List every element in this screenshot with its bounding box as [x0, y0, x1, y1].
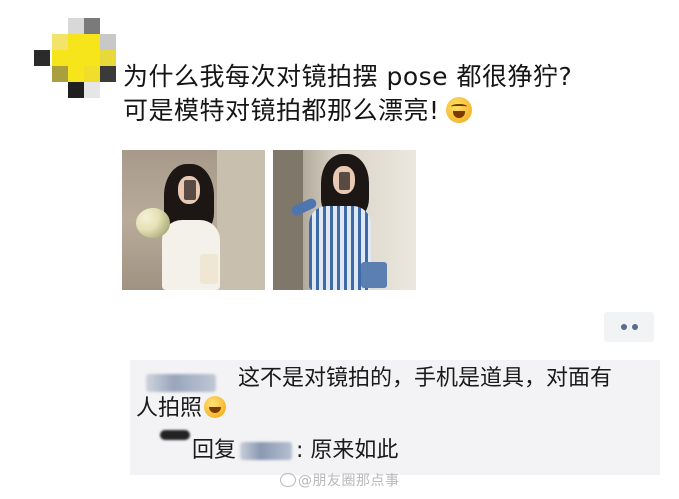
avatar-pixel [84, 18, 100, 34]
comment-1[interactable]: 这不是对镜拍的，手机是道具，对面有 人拍照 [136, 364, 612, 424]
watermark: @朋友圈那点事 [280, 470, 400, 490]
avatar-pixel [52, 66, 68, 82]
post-line-1: 为什么我每次对镜拍摆 pose 都很狰狞? [123, 62, 573, 91]
avatar-pixel [100, 66, 116, 82]
reply-label: 回复 [192, 438, 237, 463]
photo-wall [217, 150, 265, 290]
photo-flowers [136, 208, 170, 238]
avatar-pixel [100, 34, 116, 50]
photo-bag [200, 254, 218, 284]
dot-icon [620, 324, 627, 330]
photo-wall [273, 150, 303, 290]
post-photo-2[interactable] [273, 150, 416, 290]
avatar-pixel [68, 66, 84, 82]
laughing-crying-emoji-icon [445, 97, 472, 123]
comment-1-line-2: 人拍照 [136, 394, 612, 424]
avatar-pixel [100, 50, 116, 66]
like-comment-button[interactable] [604, 312, 654, 342]
avatar-pixel [84, 82, 100, 98]
avatar-pixel [84, 50, 100, 66]
avatar-pixel [52, 34, 68, 50]
avatar[interactable] [34, 18, 118, 102]
comment-1-line-2-text: 人拍照 [136, 396, 203, 421]
blurred-mark [160, 430, 190, 440]
photo-phone [184, 180, 196, 200]
comment-1-line-1: 这不是对镜拍的，手机是道具，对面有 [238, 366, 613, 391]
dot-icon [631, 324, 638, 330]
avatar-pixel [68, 18, 84, 34]
watermark-text: @朋友圈那点事 [298, 473, 400, 489]
avatar-pixel [84, 66, 100, 82]
avatar-pixel [84, 34, 100, 50]
comments-section: 这不是对镜拍的，手机是道具，对面有 人拍照 回复 : 原来如此 [130, 360, 660, 475]
post-photo-1[interactable] [122, 150, 265, 290]
avatar-pixel [68, 50, 84, 66]
avatar-pixel [34, 50, 50, 66]
photo-phone [339, 172, 350, 190]
blurred-reply-name[interactable] [240, 442, 293, 460]
post-text: 为什么我每次对镜拍摆 pose 都很狰狞? 可是模特对镜拍都那么漂亮! [123, 60, 643, 128]
avatar-pixel [52, 50, 68, 66]
post-line-2: 可是模特对镜拍都那么漂亮! [123, 94, 643, 128]
post-line-2-text: 可是模特对镜拍都那么漂亮! [123, 96, 440, 125]
avatar-pixel [68, 82, 84, 98]
avatar-pixel [68, 34, 84, 50]
laughing-emoji-icon [204, 396, 227, 418]
comment-2[interactable]: 回复 : 原来如此 [192, 436, 398, 466]
comment-2-text: : 原来如此 [296, 438, 399, 463]
photo-bag [361, 262, 387, 288]
weibo-icon [280, 473, 296, 487]
